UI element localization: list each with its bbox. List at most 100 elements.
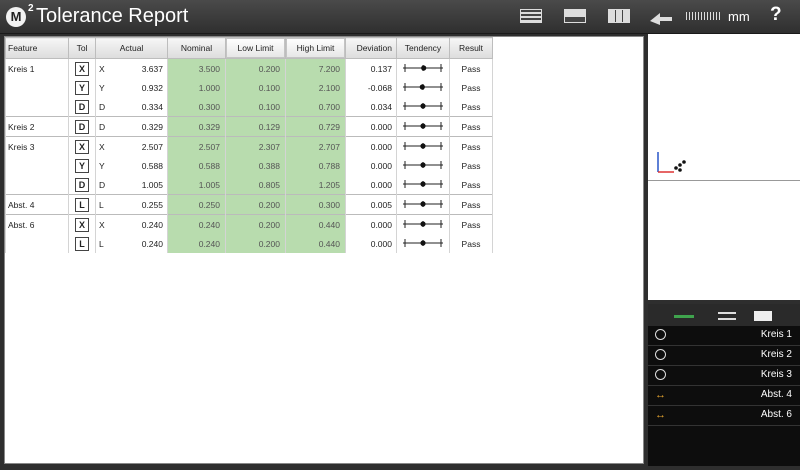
nominal-value[interactable]: 0.250 — [167, 194, 226, 215]
low-limit-button[interactable]: Low Limit — [225, 37, 286, 59]
axis-label: D — [95, 116, 111, 137]
tolerance-type-button[interactable]: D — [75, 119, 89, 134]
actual-value: 0.334 — [111, 97, 168, 117]
col-nominal: Nominal — [167, 37, 226, 59]
tolerance-type-button[interactable]: X — [75, 217, 89, 232]
feature-list-item[interactable]: ↔ Abst. 4 — [648, 386, 800, 406]
deviation-value: 0.000 — [345, 234, 397, 253]
high-limit-value[interactable]: 7.200 — [285, 58, 346, 78]
nominal-value[interactable]: 0.300 — [167, 97, 226, 117]
table-row[interactable]: Abst. 4 L L 0.255 0.250 0.200 0.300 0.005 Pass — [5, 194, 493, 215]
arrow-icon[interactable] — [648, 7, 676, 27]
feature-list-item[interactable]: ↔ Abst. 6 — [648, 406, 800, 426]
tendency-cell — [396, 234, 450, 253]
help-button[interactable]: ? — [770, 4, 782, 26]
tolerance-type-button[interactable]: Y — [75, 80, 89, 95]
table-row[interactable]: Kreis 2 D D 0.329 0.329 0.129 0.729 0.000 Pass — [5, 116, 493, 137]
high-limit-value[interactable]: 1.205 — [285, 175, 346, 195]
tolerance-type-button[interactable]: D — [75, 99, 89, 114]
tendency-cell — [396, 97, 450, 117]
feature-list: Kreis 1 Kreis 2 Kreis 3 ↔ Abst. 4 ↔ Abst. 6 — [648, 326, 800, 466]
actual-value: 3.637 — [111, 58, 168, 78]
nominal-value[interactable]: 1.000 — [167, 78, 226, 97]
high-limit-value[interactable]: 0.440 — [285, 234, 346, 253]
nominal-value[interactable]: 0.329 — [167, 116, 226, 137]
table-row[interactable]: Abst. 6 X X 0.240 0.240 0.200 0.440 0.000 Pass — [5, 214, 493, 234]
low-limit-value[interactable]: 2.307 — [225, 136, 286, 156]
tolerance-type-button[interactable]: L — [75, 236, 89, 251]
unit-label[interactable]: mm — [728, 9, 750, 24]
low-limit-value[interactable]: 0.129 — [225, 116, 286, 137]
high-limit-value[interactable]: 0.440 — [285, 214, 346, 234]
result-value: Pass — [449, 78, 493, 97]
tolerance-type-button[interactable]: X — [75, 139, 89, 154]
low-limit-value[interactable]: 0.805 — [225, 175, 286, 195]
high-limit-value[interactable]: 2.707 — [285, 136, 346, 156]
high-limit-value[interactable]: 2.100 — [285, 78, 346, 97]
tolerance-type-cell: X — [68, 136, 96, 156]
tab-features[interactable] — [674, 315, 694, 318]
deviation-value: 0.000 — [345, 175, 397, 195]
nominal-value[interactable]: 2.507 — [167, 136, 226, 156]
table-row[interactable]: Y Y 0.932 1.000 0.100 2.100 -0.068 Pass — [5, 78, 493, 97]
feature-list-item[interactable]: Kreis 3 — [648, 366, 800, 386]
table-row[interactable]: Kreis 3 X X 2.507 2.507 2.307 2.707 0.000 Pass — [5, 136, 493, 156]
low-limit-value[interactable]: 0.200 — [225, 58, 286, 78]
tolerance-type-cell: X — [68, 214, 96, 234]
high-limit-value[interactable]: 0.700 — [285, 97, 346, 117]
tolerance-type-button[interactable]: D — [75, 177, 89, 192]
tolerance-type-cell: L — [68, 234, 96, 253]
feature-view[interactable] — [648, 34, 800, 300]
tolerance-type-button[interactable]: X — [75, 61, 89, 76]
low-limit-value[interactable]: 0.100 — [225, 78, 286, 97]
low-limit-value[interactable]: 0.200 — [225, 194, 286, 215]
tolerance-type-button[interactable]: L — [75, 197, 89, 212]
col-tol: Tol — [68, 37, 96, 59]
result-value: Pass — [449, 214, 493, 234]
nominal-value[interactable]: 0.588 — [167, 156, 226, 175]
axis-label: L — [95, 194, 111, 215]
nominal-value[interactable]: 0.240 — [167, 234, 226, 253]
result-value: Pass — [449, 97, 493, 117]
nominal-value[interactable]: 3.500 — [167, 58, 226, 78]
ruler-icon[interactable] — [686, 12, 722, 20]
tolerance-type-cell: L — [68, 194, 96, 215]
low-limit-value[interactable]: 0.200 — [225, 234, 286, 253]
tab-list[interactable] — [718, 312, 736, 320]
table-icon[interactable] — [608, 9, 630, 23]
low-limit-value[interactable]: 0.388 — [225, 156, 286, 175]
table-row[interactable]: Y Y 0.588 0.588 0.388 0.788 0.000 Pass — [5, 156, 493, 175]
nominal-value[interactable]: 0.240 — [167, 214, 226, 234]
table-row[interactable]: D D 0.334 0.300 0.100 0.700 0.034 Pass — [5, 97, 493, 117]
report-layout-icon[interactable] — [520, 9, 542, 23]
tolerance-type-button[interactable]: Y — [75, 158, 89, 173]
table-row[interactable]: D D 1.005 1.005 0.805 1.205 0.000 Pass — [5, 175, 493, 195]
tendency-indicator-icon — [403, 219, 443, 228]
tolerance-type-cell: D — [68, 116, 96, 137]
axis-label: X — [95, 214, 111, 234]
table-row[interactable]: Kreis 1 X X 3.637 3.500 0.200 7.200 0.137 Pass — [5, 58, 493, 78]
high-limit-value[interactable]: 0.729 — [285, 116, 346, 137]
tolerance-type-cell: Y — [68, 78, 96, 97]
axis-label: Y — [95, 78, 111, 97]
feature-list-item[interactable]: Kreis 1 — [648, 326, 800, 346]
high-limit-value[interactable]: 0.300 — [285, 194, 346, 215]
low-limit-value[interactable]: 0.100 — [225, 97, 286, 117]
feature-list-label: Abst. 6 — [760, 409, 792, 420]
col-actual: Actual — [95, 37, 168, 59]
feature-list-item[interactable]: Kreis 2 — [648, 346, 800, 366]
window-icon[interactable] — [564, 9, 586, 23]
high-limit-button[interactable]: High Limit — [285, 37, 346, 59]
tendency-indicator-icon — [403, 238, 443, 247]
tendency-cell — [396, 156, 450, 175]
feature-name — [5, 97, 69, 117]
nominal-value[interactable]: 1.005 — [167, 175, 226, 195]
low-limit-value[interactable]: 0.200 — [225, 214, 286, 234]
col-tendency: Tendency — [396, 37, 450, 59]
tab-window[interactable] — [754, 311, 772, 321]
tendency-indicator-icon — [403, 101, 443, 110]
result-value: Pass — [449, 58, 493, 78]
high-limit-value[interactable]: 0.788 — [285, 156, 346, 175]
tolerance-type-cell: X — [68, 58, 96, 78]
table-row[interactable]: L L 0.240 0.240 0.200 0.440 0.000 Pass — [5, 234, 493, 253]
